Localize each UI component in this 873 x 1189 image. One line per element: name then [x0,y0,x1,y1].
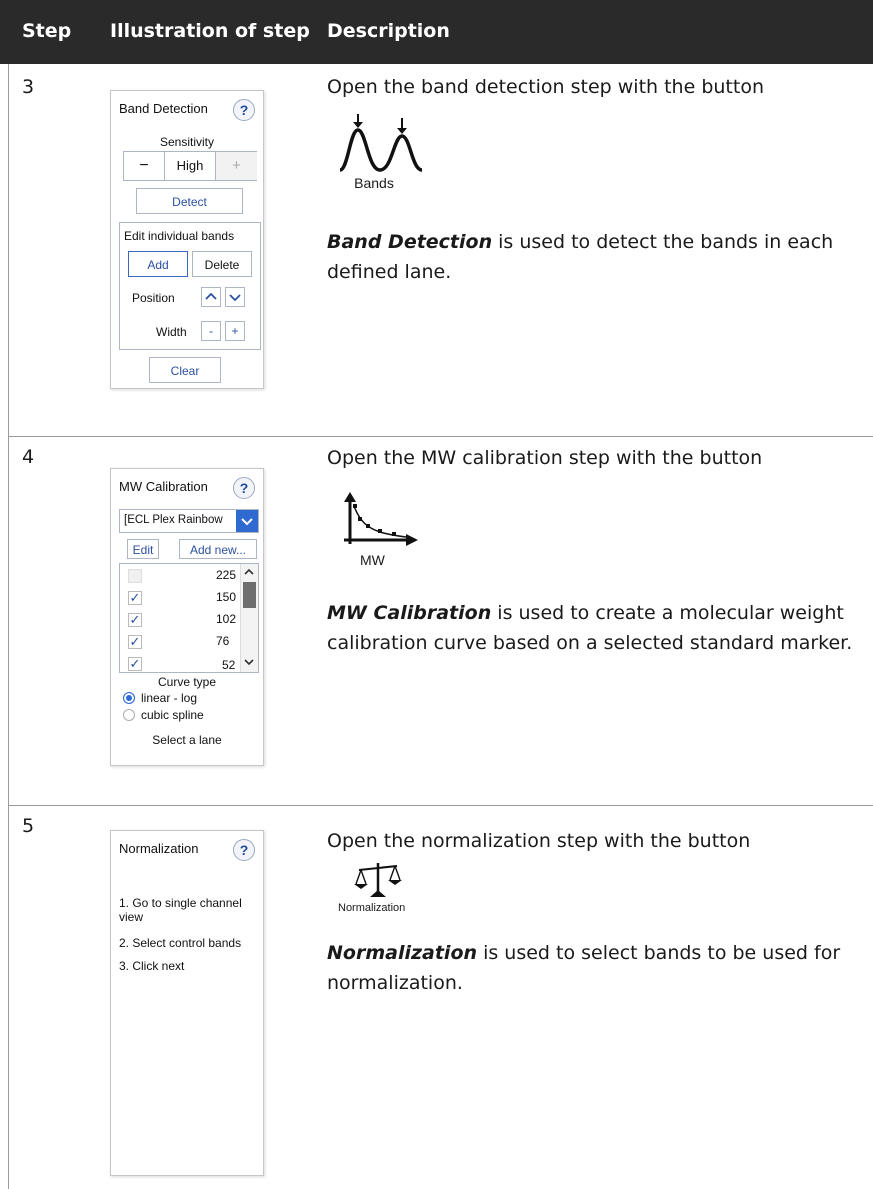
sensitivity-stepper: − High + [123,151,257,181]
edit-bands-label: Edit individual bands [124,229,235,243]
step-intro: Open the normalization step with the but… [327,830,751,852]
detect-button[interactable]: Detect [136,188,243,214]
scale-icon: Normalization [338,860,428,916]
chevron-down-icon[interactable] [225,287,245,307]
curve-radio-cubic[interactable] [123,709,135,721]
curve-option-label: linear - log [141,691,198,705]
weight-checkbox[interactable]: ✓ [128,591,142,605]
width-label: Width [156,325,187,339]
add-band-button[interactable]: Add [128,251,188,277]
panel-title: Normalization [119,841,199,856]
step-number: 5 [22,815,35,837]
scrollbar-thumb[interactable] [243,582,256,608]
weight-list: 225 ✓ 150 ✓ 102 ✓ 76 ✓ 52 [119,563,259,673]
bands-icon: Bands [338,112,424,192]
curve-option-label: cubic spline [141,708,204,722]
step-description: Normalization is used to select bands to… [327,938,867,998]
marker-select[interactable]: [ECL Plex Rainbow [119,509,259,533]
feature-name: Normalization [327,942,478,964]
step-number: 4 [22,446,35,468]
position-label: Position [132,291,175,305]
header-illustration: Illustration of step [110,20,310,42]
instruction-item: 2. Select control bands [119,936,242,950]
clear-button[interactable]: Clear [149,357,221,383]
curve-type-label: Curve type [157,675,217,689]
select-lane-hint: Select a lane [152,733,222,747]
table-left-border [8,64,9,1189]
mw-calibration-icon: MW [340,490,420,570]
weight-value: 52 [222,658,236,672]
chevron-up-icon [244,568,254,575]
edit-bands-group: Edit individual bands Add Delete Positio… [119,222,261,350]
weight-value: 102 [216,612,237,626]
weight-checkbox[interactable]: ✓ [128,635,142,649]
marker-select-value: [ECL Plex Rainbow [124,514,223,526]
step-description: Band Detection is used to detect the ban… [327,227,867,287]
weight-checkbox[interactable] [128,569,142,583]
panel-title: MW Calibration [119,479,208,494]
add-new-marker-button[interactable]: Add new... [179,539,257,559]
scrollbar[interactable] [240,564,258,672]
weight-value: 76 [216,634,230,648]
step-intro: Open the MW calibration step with the bu… [327,447,763,469]
normalization-icon-caption: Normalization [338,902,406,914]
weight-checkbox[interactable]: ✓ [128,613,142,627]
row-divider [8,805,873,806]
header-description: Description [327,20,450,42]
sensitivity-label: Sensitivity [159,135,215,149]
curve-radio-linear[interactable] [123,692,135,704]
width-decrease-button[interactable]: - [201,321,221,341]
weight-value: 225 [216,568,237,582]
weight-checkbox[interactable]: ✓ [128,657,142,671]
help-icon[interactable]: ? [233,477,255,499]
width-increase-button[interactable]: + [225,321,245,341]
row-divider [8,436,873,437]
step-intro: Open the band detection step with the bu… [327,76,764,98]
weight-value: 150 [216,590,237,604]
chevron-down-icon [244,659,254,666]
normalization-panel: Normalization ? 1. Go to single channel … [110,830,264,1176]
help-icon[interactable]: ? [233,839,255,861]
chevron-up-icon[interactable] [201,287,221,307]
table-header: Step Illustration of step Description [0,0,873,64]
bands-icon-caption: Bands [354,175,394,191]
sensitivity-increase-button[interactable]: + [215,152,257,180]
sensitivity-decrease-button[interactable]: − [124,152,165,180]
help-icon[interactable]: ? [233,99,255,121]
instruction-item: 3. Click next [119,959,185,973]
feature-name: Band Detection [327,231,493,253]
header-step: Step [22,20,72,42]
step-description: MW Calibration is used to create a molec… [327,598,867,658]
instruction-item: 1. Go to single channel view [119,896,242,924]
edit-marker-button[interactable]: Edit [127,539,159,559]
mw-icon-caption: MW [360,552,385,568]
delete-band-button[interactable]: Delete [192,251,252,277]
step-number: 3 [22,76,35,98]
band-detection-panel: Band Detection ? Sensitivity − High + De… [110,90,264,389]
feature-name: MW Calibration [327,602,492,624]
mw-calibration-panel: MW Calibration ? [ECL Plex Rainbow Edit … [110,468,264,766]
sensitivity-value: High [176,158,204,173]
panel-title: Band Detection [119,101,208,116]
chevron-down-icon[interactable] [236,510,258,532]
